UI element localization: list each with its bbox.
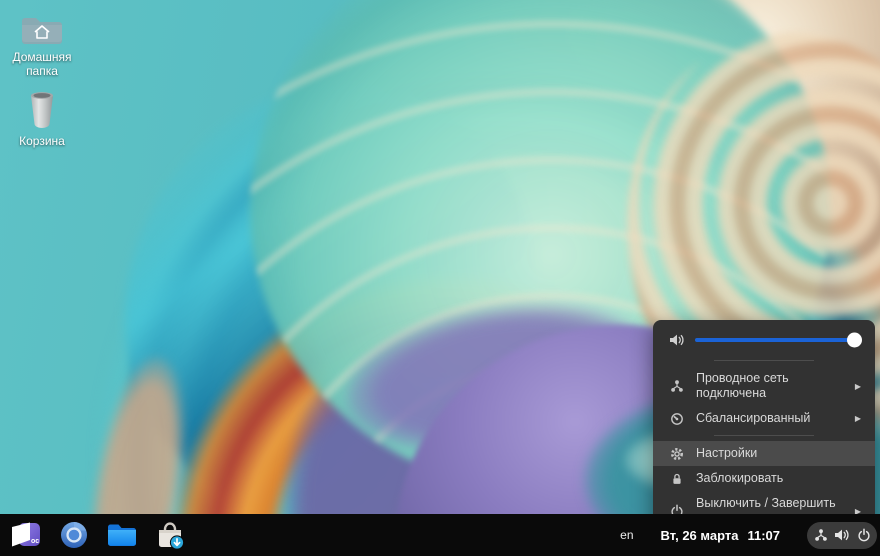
- network-tray-icon[interactable]: [814, 528, 828, 542]
- desktop-icon-home-folder[interactable]: Домашняя папка: [0, 12, 84, 78]
- menu-item-network[interactable]: Проводное сеть подключена ▶: [653, 366, 875, 406]
- keyboard-layout-indicator[interactable]: en: [620, 528, 633, 542]
- trash-icon: [23, 88, 61, 130]
- menu-item-label: Настройки: [696, 446, 861, 461]
- file-manager-icon: [106, 522, 138, 548]
- home-folder-icon: [19, 12, 65, 46]
- office-badge-text: oc: [31, 538, 39, 545]
- desktop-icon-label-line2: папка: [26, 64, 58, 78]
- taskbar: oc: [0, 514, 880, 556]
- taskbar-app-chromium[interactable]: [58, 520, 90, 550]
- volume-tray-icon[interactable]: [834, 528, 850, 542]
- menu-item-label: Заблокировать: [696, 471, 861, 486]
- menu-item-settings[interactable]: Настройки: [653, 441, 875, 466]
- office-suite-icon: oc: [10, 521, 42, 549]
- chromium-browser-icon: [60, 521, 88, 549]
- menu-item-power-profile[interactable]: Сбалансированный ▶: [653, 406, 875, 431]
- status-menu-popup: Проводное сеть подключена ▶ Сбалансирова…: [653, 320, 875, 537]
- desktop-screen: Домашняя папка Корзина Проводное сеть по…: [0, 0, 880, 556]
- system-tray[interactable]: [807, 522, 877, 549]
- software-center-icon: [155, 521, 185, 550]
- taskbar-app-office[interactable]: oc: [10, 520, 42, 550]
- volume-slider-handle[interactable]: [847, 333, 862, 348]
- taskbar-app-launchers: oc: [0, 520, 186, 550]
- volume-row: [653, 327, 875, 356]
- power-profile-icon: [669, 412, 684, 426]
- volume-slider[interactable]: [695, 338, 859, 342]
- clock[interactable]: Вт, 26 марта 11:07: [661, 528, 781, 543]
- speaker-icon: [669, 333, 685, 347]
- taskbar-app-files[interactable]: [106, 520, 138, 550]
- desktop-icon-label-line1: Домашняя: [12, 50, 71, 64]
- network-icon: [669, 379, 684, 393]
- taskbar-app-software-center[interactable]: [154, 520, 186, 550]
- desktop-icon-trash[interactable]: Корзина: [0, 88, 84, 148]
- lock-icon: [669, 472, 684, 486]
- taskbar-right-section: en Вт, 26 марта 11:07: [620, 522, 880, 549]
- submenu-arrow-icon: ▶: [853, 382, 861, 391]
- menu-separator: [714, 435, 814, 436]
- gear-icon: [669, 447, 684, 461]
- clock-date: Вт, 26 марта: [661, 528, 739, 543]
- menu-separator: [714, 360, 814, 361]
- clock-time: 11:07: [747, 528, 780, 543]
- desktop-icon-label-line1: Корзина: [19, 134, 65, 148]
- submenu-arrow-icon: ▶: [853, 414, 861, 423]
- menu-item-label: Проводное сеть подключена: [696, 371, 841, 401]
- menu-item-label: Сбалансированный: [696, 411, 841, 426]
- power-tray-icon[interactable]: [857, 528, 871, 542]
- menu-item-lock[interactable]: Заблокировать: [653, 466, 875, 491]
